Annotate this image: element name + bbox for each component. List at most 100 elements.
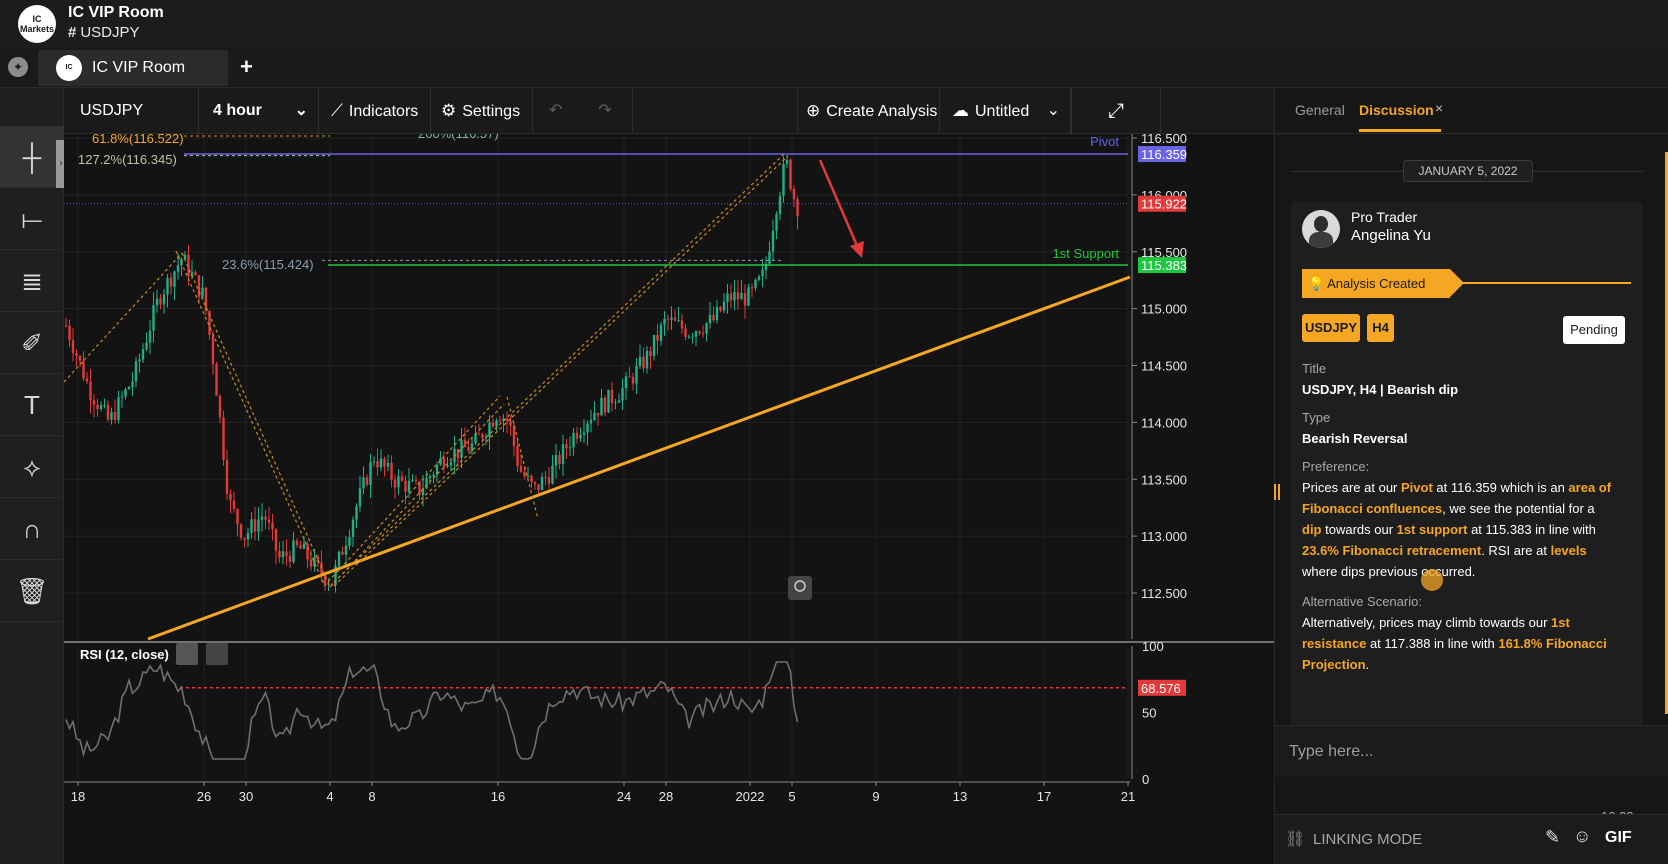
candle-body [537,484,540,490]
candle-body [523,471,526,477]
chart-area[interactable]: 61.8%(116.522) 127.2%(116.345) 23.6%(115.4… [64,134,1274,864]
candle-body [635,365,638,384]
gear-icon [176,643,198,665]
time-tick-label: 13 [953,789,967,804]
layout-dropdown[interactable]: ☁ Untitled ⌄ [940,88,1071,134]
timeframe-badge[interactable]: H4 [1367,314,1394,342]
settings-button[interactable]: ⚙ Settings [431,88,533,134]
candle-body [162,294,166,305]
close-icon[interactable]: × [1435,100,1443,116]
candle-body [582,432,586,435]
alternative-text: Alternatively, prices may climb towards … [1302,615,1607,672]
brush-tool-icon[interactable]: ✐ [0,312,64,374]
candle-body [351,519,355,537]
tab-ic-vip-room[interactable]: IC IC VIP Room [38,50,228,86]
support-label: 1st Support [1053,246,1120,261]
add-tab-button[interactable]: + [240,54,253,80]
candle-body [775,214,778,231]
fullscreen-icon[interactable]: ⤢ [1071,88,1161,134]
candle-body [134,361,138,382]
create-analysis-label: Create Analysis [826,103,938,120]
candle-body [201,287,204,297]
candle-body [516,445,519,467]
candle-body [645,350,649,369]
candle-body [358,488,362,507]
candle-body [68,325,71,341]
candle-body [568,447,572,449]
candle-body [442,457,446,467]
compass-icon[interactable]: ✦ [8,57,28,77]
candle-body [113,412,117,421]
linking-mode-label[interactable]: LINKING MODE [1313,831,1422,848]
emoji-icon[interactable]: ☺ [1573,826,1591,847]
line-tool-icon[interactable]: ⟝ [0,188,64,250]
indicators-button[interactable]: ⟋ Indicators [319,88,431,134]
candle-body [761,269,764,277]
candle-body [232,500,236,509]
gear-icon: ⚙ [441,101,457,120]
redo-icon[interactable]: ↷ [598,102,611,119]
channel-label: USDJPY [80,24,140,41]
candle-body [628,376,631,378]
room-tab-bar: ✦ IC IC VIP Room + [0,48,1668,88]
time-tick-label: 4 [326,789,333,804]
candle-body [778,195,782,215]
create-analysis-button[interactable]: ⊕ Create Analysis [797,88,940,134]
candle-body [666,318,670,320]
panel-resize-handle[interactable] [1274,484,1280,500]
undo-icon[interactable]: ↶ [549,102,562,119]
candle-body [789,159,792,189]
candle-body [218,395,222,418]
avatar[interactable] [1302,210,1340,248]
rsi-tick-label: 100 [1142,639,1164,654]
active-tab-indicator [1359,129,1441,132]
symbol-badge[interactable]: USDJPY [1302,314,1360,342]
magnet-tool-icon[interactable]: ∩ [0,498,64,560]
author-name[interactable]: Angelina Yu [1351,227,1431,244]
trash-icon [206,643,228,665]
candle-body [176,265,180,272]
candle-body [390,462,393,480]
chart-toolbar: USDJPY 4 hour ⌄ ⟋ Indicators ⚙ Settings ↶ ↷ … [64,88,1274,134]
time-tick-label: 9 [872,789,879,804]
discussion-panel: General Discussion × JANUARY 5, 2022 Pro… [1274,88,1668,864]
candle-body [768,251,771,264]
pattern-tool-icon[interactable]: ⟡ [0,436,64,498]
fibonacci-label: 200%(116.57) [418,134,499,141]
tab-discussion[interactable]: Discussion [1359,102,1434,118]
banner-line [1463,282,1631,284]
cloud-upload-icon: ☁ [952,101,969,120]
candle-body [477,433,481,435]
candle-body [103,404,106,406]
candle-body [264,516,267,520]
tab-label: IC VIP Room [92,59,186,76]
fibonacci-tool-icon[interactable]: ≣ [0,250,64,312]
candle-body [771,230,775,252]
candle-body [554,454,558,466]
rsi-tick-label: 50 [1142,706,1156,721]
linking-mode-icon[interactable]: ⛓ [1285,829,1305,849]
interval-dropdown[interactable]: 4 hour ⌄ [199,88,319,134]
candle-body [253,519,257,532]
crosshair-tool-icon[interactable]: ┼ [0,126,64,188]
fibonacci-label: 61.8%(116.522) [92,134,184,146]
interval-label: 4 hour [213,102,262,119]
message-input[interactable] [1289,740,1649,764]
candle-body [715,307,719,321]
candle-body [92,400,96,405]
gif-button[interactable]: GIF [1605,829,1632,847]
candle-body [341,551,344,555]
trash-icon[interactable]: 🗑 [0,560,64,622]
candle-body [488,422,491,438]
symbol-selector[interactable]: USDJPY [64,88,199,134]
candle-body [215,364,218,396]
tab-general[interactable]: General [1295,102,1345,118]
text-tool-icon[interactable]: T [0,374,64,436]
candle-body [736,292,740,300]
candle-body [796,199,799,217]
candle-body [656,334,659,341]
attachment-icon[interactable]: ✎ [1545,827,1560,848]
chevron-down-icon: ⌄ [294,102,308,119]
time-tick-label: 5 [788,789,795,804]
price-chart[interactable]: 61.8%(116.522) 127.2%(116.345) 23.6%(115.4… [64,134,1274,864]
